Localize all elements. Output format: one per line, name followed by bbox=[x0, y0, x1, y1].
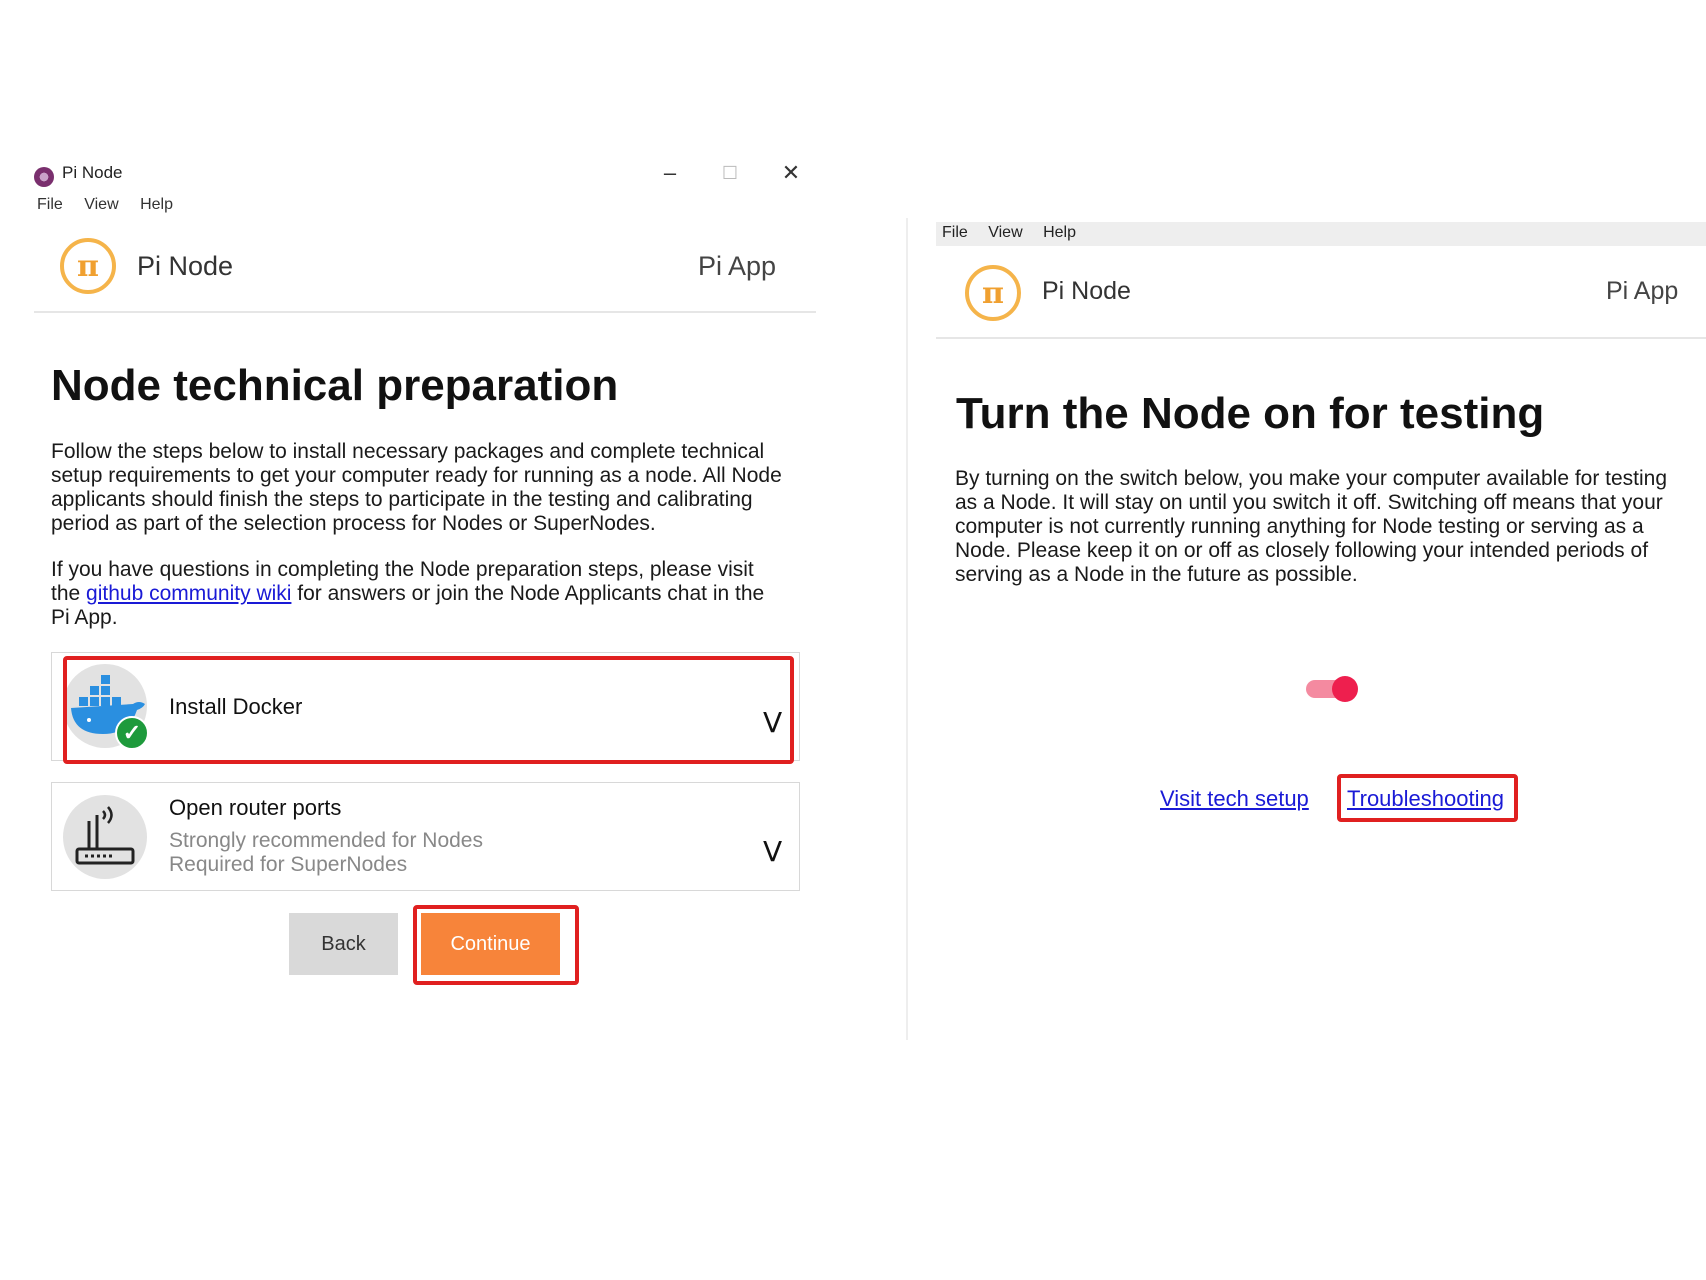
step-title: Open router ports bbox=[169, 795, 342, 820]
pi-logo-icon: π bbox=[965, 265, 1021, 321]
intro-line: period as part of the selection process … bbox=[51, 512, 656, 535]
step-subtitle: Required for SuperNodes bbox=[169, 853, 408, 876]
pi-app-link[interactable]: Pi App bbox=[1606, 277, 1678, 306]
body-line: Node. Please keep it on or off as closel… bbox=[955, 539, 1649, 562]
chevron-down-icon[interactable]: V bbox=[763, 835, 782, 868]
chevron-down-icon[interactable]: V bbox=[763, 706, 782, 739]
header-title: Pi Node bbox=[137, 251, 234, 281]
body-text: By turning on the switch below, you make… bbox=[955, 467, 1695, 587]
page-title: Node technical preparation bbox=[51, 361, 619, 410]
menu-help[interactable]: Help bbox=[140, 196, 173, 213]
menu-view[interactable]: View bbox=[84, 196, 118, 213]
questions-line-with-link: the github community wiki for answers or… bbox=[51, 582, 841, 606]
intro-text: Follow the steps below to install necess… bbox=[51, 440, 841, 536]
menu-view[interactable]: View bbox=[988, 224, 1022, 241]
node-toggle-switch[interactable] bbox=[1306, 674, 1362, 704]
header-title: Pi Node bbox=[1042, 277, 1131, 305]
questions-line: If you have questions in completing the … bbox=[51, 558, 754, 581]
window-separator bbox=[906, 218, 908, 1040]
github-wiki-link[interactable]: github community wiki bbox=[86, 582, 291, 605]
back-button[interactable]: Back bbox=[289, 913, 398, 975]
body-line: serving as a Node in the future as possi… bbox=[955, 563, 1358, 586]
intro-line: Follow the steps below to install necess… bbox=[51, 440, 765, 463]
body-line: By turning on the switch below, you make… bbox=[955, 467, 1668, 490]
questions-prefix: the bbox=[51, 582, 87, 605]
questions-text: If you have questions in completing the … bbox=[51, 558, 841, 630]
body-line: computer is not currently running anythi… bbox=[955, 515, 1644, 538]
troubleshooting-link[interactable]: Troubleshooting bbox=[1347, 786, 1504, 812]
menu-help[interactable]: Help bbox=[1043, 224, 1076, 241]
menu-bar: File View Help bbox=[37, 196, 190, 214]
intro-line: applicants should finish the steps to pa… bbox=[51, 488, 753, 511]
menu-bar: File View Help bbox=[942, 224, 1092, 242]
questions-suffix: for answers or join the Node Applicants … bbox=[291, 582, 765, 605]
step-install-docker[interactable] bbox=[51, 652, 800, 761]
continue-button[interactable]: Continue bbox=[421, 913, 560, 975]
pi-logo-icon: π bbox=[60, 238, 116, 294]
step-title: Install Docker bbox=[169, 694, 303, 719]
window-title: Pi Node bbox=[62, 163, 123, 182]
toggle-knob bbox=[1332, 676, 1358, 702]
pi-node-app-icon bbox=[34, 167, 54, 187]
questions-line: Pi App. bbox=[51, 606, 118, 629]
header-divider bbox=[936, 337, 1706, 339]
page-title: Turn the Node on for testing bbox=[956, 389, 1545, 438]
body-line: as a Node. It will stay on until you swi… bbox=[955, 491, 1663, 514]
minimize-button[interactable]: – bbox=[650, 158, 690, 188]
visit-tech-setup-link[interactable]: Visit tech setup bbox=[1160, 786, 1309, 812]
maximize-button[interactable]: ☐ bbox=[710, 158, 750, 188]
header-divider bbox=[34, 311, 816, 313]
menu-file[interactable]: File bbox=[942, 224, 968, 241]
step-subtitle: Strongly recommended for Nodes bbox=[169, 829, 483, 852]
intro-line: setup requirements to get your computer … bbox=[51, 464, 782, 487]
pi-app-link[interactable]: Pi App bbox=[698, 251, 776, 282]
left-window: Pi Node – ☐ ✕ File View Help π Pi Node P… bbox=[0, 0, 900, 1280]
check-icon: ✓ bbox=[115, 716, 149, 750]
close-button[interactable]: ✕ bbox=[771, 158, 811, 188]
router-icon bbox=[63, 795, 147, 879]
menu-file[interactable]: File bbox=[37, 196, 63, 213]
